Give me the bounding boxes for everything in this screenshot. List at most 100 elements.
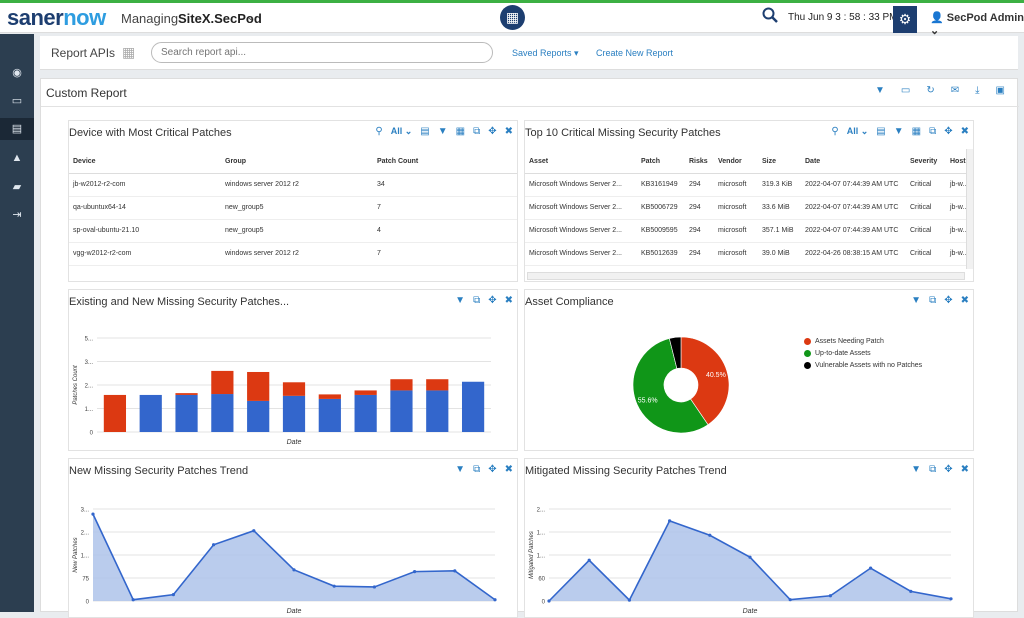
table-icon[interactable]: ▦: [912, 126, 921, 137]
table-cell: windows server 2012 r2: [221, 173, 373, 197]
table-row[interactable]: Microsoft Windows Server 2... KB5009595 29…: [525, 219, 973, 243]
table-row[interactable]: Microsoft Windows Server 2... KB5012639 29…: [525, 242, 973, 266]
legend-label: Vulnerable Assets with no Patches: [815, 362, 923, 369]
vertical-scrollbar[interactable]: [966, 149, 973, 269]
filter-icon[interactable]: ▼: [911, 464, 921, 475]
table-row[interactable]: qa-ubuntux64-14 new_group5 7: [69, 196, 517, 220]
legend-item[interactable]: Up-to-date Assets: [804, 350, 922, 357]
column-header[interactable]: Patch Count: [373, 150, 517, 174]
custom-report-toolbar: ▼ ▭ ↻ ✉ ⤓ ▣: [875, 85, 1005, 96]
close-icon[interactable]: ✖: [505, 126, 513, 137]
popout-icon[interactable]: ⧉: [473, 295, 480, 306]
close-icon[interactable]: ✖: [961, 295, 969, 306]
bar: [103, 394, 127, 432]
horizontal-scrollbar[interactable]: [527, 272, 965, 280]
refresh-icon[interactable]: ↻: [926, 85, 934, 96]
area-fill: [93, 514, 495, 601]
table-cell: Microsoft Windows Server 2...: [525, 242, 637, 266]
table-cell: Microsoft Windows Server 2...: [525, 196, 637, 220]
datetime-display: Thu Jun 9 3 : 58 : 33 PM: [788, 12, 898, 23]
grid-view-icon[interactable]: ▦: [122, 44, 140, 60]
table-cell: KB5006729: [637, 196, 685, 220]
top10-table: Asset Patch Risks Vendor Size Date Sever…: [525, 150, 973, 266]
search-icon[interactable]: ⚲: [831, 126, 838, 137]
eye-icon[interactable]: ◉: [9, 66, 25, 80]
data-label: 40.5%: [706, 372, 726, 379]
table-icon[interactable]: ▦: [456, 126, 465, 137]
data-point: [212, 543, 216, 547]
monitor-icon[interactable]: ▭: [9, 94, 25, 108]
saved-reports-label: Saved Reports: [512, 48, 572, 58]
table-cell: 2022-04-07 07:44:39 AM UTC: [801, 219, 906, 243]
chevron-down-icon[interactable]: ⌄: [246, 10, 255, 23]
search-input[interactable]: [151, 42, 493, 63]
column-header[interactable]: Size: [758, 150, 801, 174]
popout-icon[interactable]: ⧉: [473, 126, 480, 137]
document-icon[interactable]: ▤: [876, 126, 885, 137]
download-icon[interactable]: ⤓: [975, 85, 979, 96]
create-new-report-link[interactable]: Create New Report: [596, 48, 673, 58]
move-icon[interactable]: ✥: [488, 464, 496, 475]
save-icon[interactable]: ▣: [996, 85, 1005, 96]
user-menu[interactable]: 👤 SecPod Admin ⌄: [930, 11, 1024, 37]
close-icon[interactable]: ✖: [961, 464, 969, 475]
move-icon[interactable]: ✥: [944, 126, 952, 137]
move-icon[interactable]: ✥: [488, 126, 496, 137]
table-header-row: Device Group Patch Count: [69, 150, 517, 174]
table-row[interactable]: vgg-w2012-r2-com windows server 2012 r2 7: [69, 242, 517, 266]
filter-icon[interactable]: ▼: [455, 464, 465, 475]
popout-icon[interactable]: ⧉: [929, 295, 936, 306]
filter-icon[interactable]: ▼: [438, 126, 448, 137]
close-icon[interactable]: ✖: [961, 126, 969, 137]
monitor-icon[interactable]: ▭: [901, 85, 910, 96]
filter-select[interactable]: All ⌄: [847, 126, 869, 137]
logo[interactable]: sanernow: [7, 5, 106, 31]
column-header[interactable]: Patch: [637, 150, 685, 174]
new-patches-trend-panel: New Missing Security Patches Trend ▼ ⧉ ✥…: [68, 458, 518, 618]
close-icon[interactable]: ✖: [505, 295, 513, 306]
table-cell: 2022-04-07 07:44:39 AM UTC: [801, 173, 906, 197]
filter-icon[interactable]: ▼: [894, 126, 904, 137]
filter-icon[interactable]: ▼: [455, 295, 465, 306]
report-icon[interactable]: ▤: [0, 118, 34, 140]
chart-legend: Assets Needing Patch Up-to-date Assets V…: [804, 338, 922, 374]
table-row[interactable]: sp-oval-ubuntu-21.10 new_group5 4: [69, 219, 517, 243]
managing-label: Managing: [121, 11, 179, 26]
move-icon[interactable]: ✥: [944, 295, 952, 306]
popout-icon[interactable]: ⧉: [929, 126, 936, 137]
table-row[interactable]: Microsoft Windows Server 2... KB3161949 29…: [525, 173, 973, 197]
search-icon[interactable]: [762, 7, 778, 23]
column-header[interactable]: Asset: [525, 150, 637, 174]
column-header[interactable]: Vendor: [714, 150, 758, 174]
filter-select[interactable]: All ⌄: [391, 126, 413, 137]
book-icon[interactable]: ▰: [9, 180, 25, 194]
data-point: [413, 570, 417, 574]
document-icon[interactable]: ▤: [420, 126, 429, 137]
panel-toolbar: ▼ ⧉ ✥ ✖: [911, 295, 969, 306]
logout-icon[interactable]: ⇥: [9, 208, 25, 222]
tick-label: 1...: [81, 554, 90, 560]
column-header[interactable]: Severity: [906, 150, 946, 174]
search-icon[interactable]: ⚲: [375, 126, 382, 137]
legend-item[interactable]: Assets Needing Patch: [804, 338, 922, 345]
popout-icon[interactable]: ⧉: [473, 464, 480, 475]
close-icon[interactable]: ✖: [505, 464, 513, 475]
bar: [390, 390, 413, 432]
warning-icon[interactable]: ▲: [9, 152, 25, 166]
filter-icon[interactable]: ▼: [911, 295, 921, 306]
move-icon[interactable]: ✥: [488, 295, 496, 306]
move-icon[interactable]: ✥: [944, 464, 952, 475]
filter-icon[interactable]: ▼: [875, 85, 885, 96]
table-row[interactable]: Microsoft Windows Server 2... KB5006729 29…: [525, 196, 973, 220]
column-header[interactable]: Device: [69, 150, 221, 174]
column-header[interactable]: Group: [221, 150, 373, 174]
column-header[interactable]: Date: [801, 150, 906, 174]
legend-item[interactable]: Vulnerable Assets with no Patches: [804, 362, 922, 369]
column-header[interactable]: Risks: [685, 150, 714, 174]
saved-reports-dropdown[interactable]: Saved Reports ▾: [512, 48, 579, 59]
popout-icon[interactable]: ⧉: [929, 464, 936, 475]
apps-grid-icon[interactable]: ▦: [500, 5, 525, 30]
gear-icon[interactable]: ⚙: [893, 6, 917, 33]
table-row[interactable]: jb-w2012-r2-com windows server 2012 r2 34: [69, 173, 517, 197]
mail-icon[interactable]: ✉: [951, 85, 959, 96]
